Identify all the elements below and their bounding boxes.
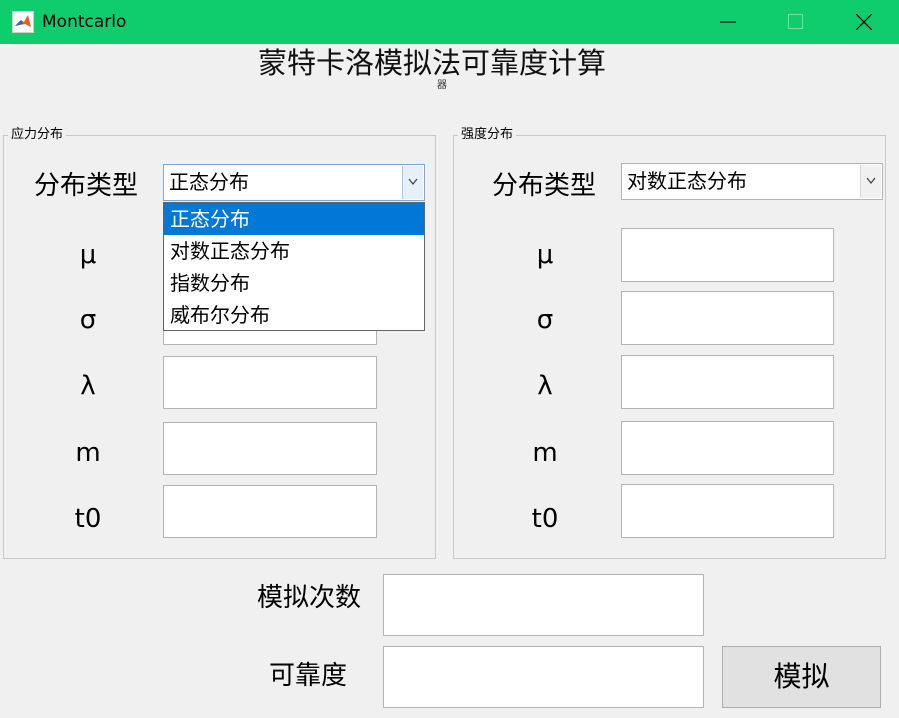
window-titlebar[interactable]: Montcarlo: [0, 0, 899, 44]
stress-lambda-input[interactable]: [163, 356, 377, 409]
dropdown-option-normal[interactable]: 正态分布: [164, 203, 424, 235]
stress-m-label: m: [75, 438, 101, 468]
dropdown-option-weibull[interactable]: 威布尔分布: [164, 299, 424, 331]
strength-lambda-input[interactable]: [621, 355, 834, 409]
strength-mu-input[interactable]: [621, 228, 834, 282]
strength-sigma-label: σ: [536, 305, 554, 335]
stress-lambda-label: λ: [80, 371, 96, 401]
chevron-down-icon[interactable]: [402, 166, 423, 199]
strength-dist-type-label: 分布类型: [491, 171, 596, 201]
stress-dist-type-label: 分布类型: [33, 171, 138, 201]
strength-m-label: m: [532, 438, 558, 468]
dropdown-option-lognormal[interactable]: 对数正态分布: [164, 235, 424, 267]
stress-mu-label: μ: [79, 240, 97, 270]
strength-sigma-input[interactable]: [621, 291, 834, 345]
chevron-down-icon[interactable]: [860, 165, 881, 198]
close-icon: [856, 14, 872, 30]
sim-count-input[interactable]: [383, 574, 704, 636]
strength-lambda-label: λ: [537, 371, 553, 401]
stress-dist-type-select[interactable]: 正态分布: [163, 164, 425, 201]
strength-dist-type-select[interactable]: 对数正态分布: [621, 163, 883, 200]
matlab-logo-icon: [12, 11, 34, 33]
strength-panel-title: 强度分布: [458, 127, 517, 143]
strength-dist-type-value: 对数正态分布: [627, 169, 747, 193]
strength-mu-label: μ: [536, 240, 554, 270]
page-title-overflow: 器: [437, 80, 448, 91]
maximize-button[interactable]: [762, 0, 830, 44]
stress-panel-title: 应力分布: [8, 127, 67, 143]
strength-m-input[interactable]: [621, 421, 834, 475]
dropdown-option-exponential[interactable]: 指数分布: [164, 267, 424, 299]
stress-t0-input[interactable]: [163, 485, 377, 538]
stress-t0-label: t0: [74, 504, 102, 534]
strength-t0-label: t0: [531, 504, 559, 534]
minimize-icon: [720, 21, 736, 23]
maximize-icon: [788, 14, 803, 29]
reliability-output: [383, 646, 704, 708]
page-title: 蒙特卡洛模拟法可靠度计算: [258, 46, 607, 80]
stress-m-input[interactable]: [163, 422, 377, 475]
reliability-label: 可靠度: [268, 661, 347, 691]
stress-dist-type-dropdown: 正态分布 对数正态分布 指数分布 威布尔分布: [163, 202, 425, 331]
simulate-button[interactable]: 模拟: [722, 646, 881, 708]
minimize-button[interactable]: [694, 0, 762, 44]
stress-dist-type-value: 正态分布: [169, 170, 249, 194]
strength-t0-input[interactable]: [621, 484, 834, 538]
sim-count-label: 模拟次数: [256, 583, 361, 613]
window-title: Montcarlo: [42, 12, 127, 32]
stress-sigma-label: σ: [79, 305, 97, 335]
close-button[interactable]: [830, 0, 898, 44]
